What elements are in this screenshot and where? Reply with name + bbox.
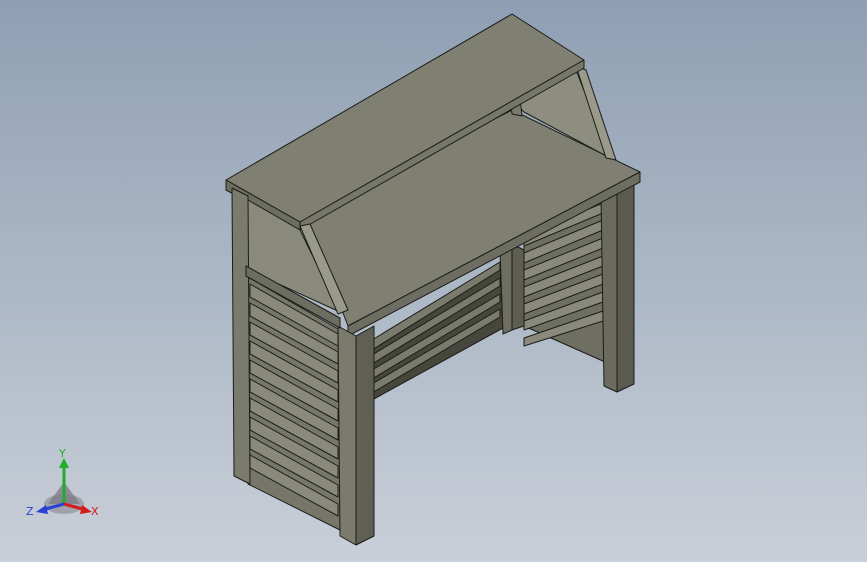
left-back-post	[231, 187, 251, 485]
z-axis-label: Z	[26, 505, 34, 518]
3d-model-view[interactable]	[0, 0, 867, 562]
y-axis-label: Y	[58, 448, 66, 460]
orientation-triad[interactable]: Y X Z	[22, 448, 106, 524]
middle-post-side	[511, 243, 525, 331]
left-front-post	[337, 325, 357, 546]
left-front-post-side	[355, 325, 375, 546]
right-front-post-side	[616, 179, 635, 393]
right-front-post	[600, 187, 618, 393]
graphics-viewport[interactable]: Y X Z	[0, 0, 867, 562]
x-axis-label: X	[91, 505, 99, 518]
